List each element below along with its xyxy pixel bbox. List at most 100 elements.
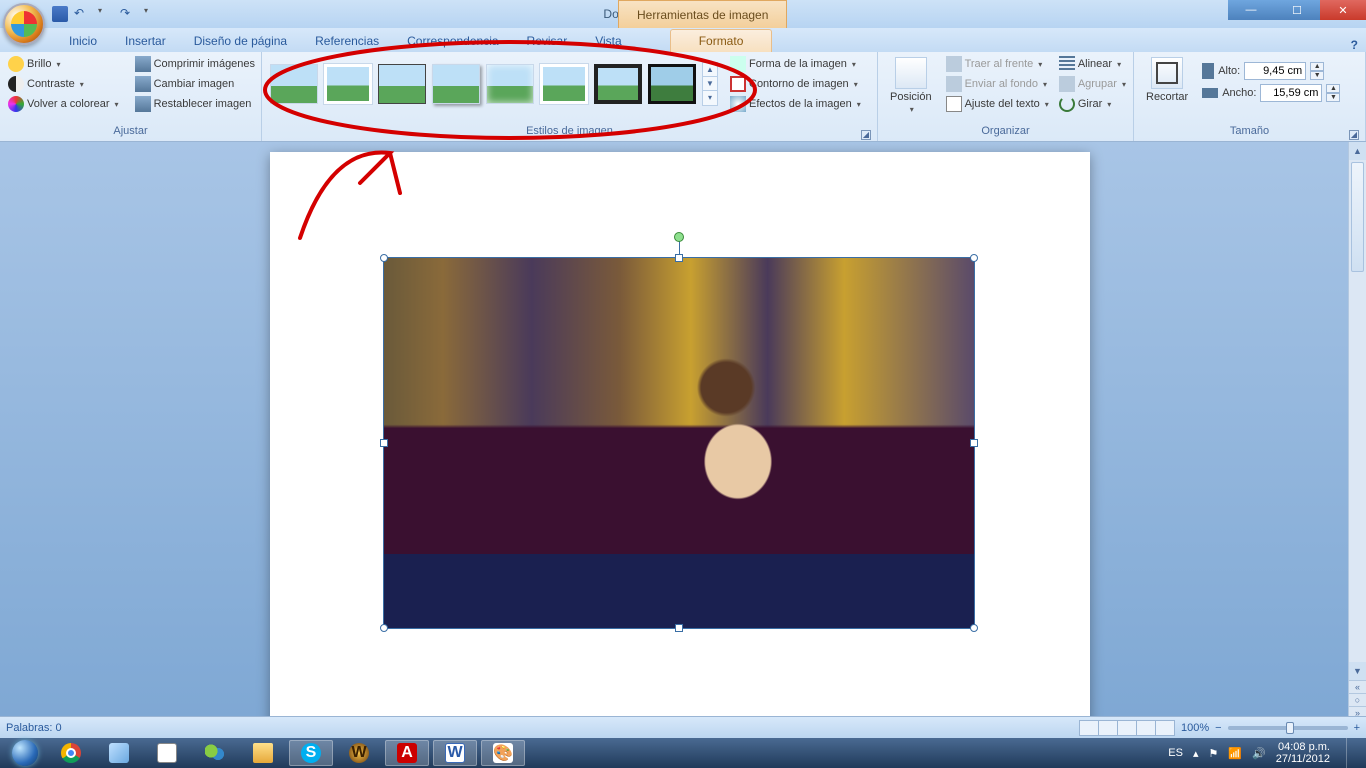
close-button[interactable]: ✕ xyxy=(1320,0,1366,20)
taskbar-app-cube[interactable] xyxy=(97,740,141,766)
draft-view-button[interactable] xyxy=(1155,720,1175,736)
tab-page-layout[interactable]: Diseño de página xyxy=(180,30,301,52)
zoom-level[interactable]: 100% xyxy=(1181,722,1209,734)
maximize-button[interactable]: ☐ xyxy=(1274,0,1320,20)
tab-insert[interactable]: Insertar xyxy=(111,30,180,52)
style-thumb-8[interactable] xyxy=(648,64,696,104)
tab-mailings[interactable]: Correspondencia xyxy=(393,30,512,52)
compress-pictures-button[interactable]: Comprimir imágenes xyxy=(133,55,257,73)
styles-dialog-launcher[interactable]: ◢ xyxy=(861,130,871,140)
bring-to-front-button[interactable]: Traer al frente▾ xyxy=(944,55,1051,73)
language-indicator[interactable]: ES xyxy=(1168,747,1183,759)
style-thumb-2[interactable] xyxy=(324,64,372,104)
width-input[interactable] xyxy=(1260,84,1322,102)
picture-shape-button[interactable]: Forma de la imagen▾ xyxy=(728,55,863,73)
taskbar-explorer[interactable] xyxy=(241,740,285,766)
next-page-button[interactable]: » xyxy=(1349,706,1366,716)
brightness-button[interactable]: Brillo▾ xyxy=(6,55,121,73)
word-count[interactable]: Palabras: 0 xyxy=(6,722,62,734)
volume-icon[interactable]: 🔊 xyxy=(1252,747,1266,760)
change-picture-button[interactable]: Cambiar imagen xyxy=(133,75,257,93)
web-layout-view-button[interactable] xyxy=(1117,720,1137,736)
picture-effects-button[interactable]: Efectos de la imagen▾ xyxy=(728,95,863,113)
spin-down-icon[interactable]: ▼ xyxy=(1326,93,1340,102)
outline-view-button[interactable] xyxy=(1136,720,1156,736)
style-thumb-7[interactable] xyxy=(594,64,642,104)
selected-image[interactable] xyxy=(384,258,974,628)
width-spinner[interactable]: ▲▼ xyxy=(1326,84,1340,102)
recolor-button[interactable]: Volver a colorear▾ xyxy=(6,95,121,113)
taskbar-word[interactable]: W xyxy=(433,740,477,766)
taskbar-skype[interactable]: S xyxy=(289,740,333,766)
spin-down-icon[interactable]: ▼ xyxy=(1310,71,1324,80)
style-thumb-5[interactable] xyxy=(486,64,534,104)
redo-icon[interactable]: ↷ xyxy=(120,6,136,22)
clock[interactable]: 04:08 p.m. 27/11/2012 xyxy=(1276,741,1330,765)
full-screen-view-button[interactable] xyxy=(1098,720,1118,736)
zoom-slider-thumb[interactable] xyxy=(1286,722,1294,734)
zoom-slider[interactable] xyxy=(1228,726,1348,730)
start-button[interactable] xyxy=(4,738,46,768)
office-button[interactable] xyxy=(3,3,45,45)
resize-handle-tr[interactable] xyxy=(970,254,978,262)
height-spinner[interactable]: ▲▼ xyxy=(1310,62,1324,80)
style-thumb-3[interactable] xyxy=(378,64,426,104)
text-wrapping-button[interactable]: Ajuste del texto▾ xyxy=(944,95,1051,113)
style-thumb-1[interactable] xyxy=(270,64,318,104)
position-button[interactable]: Posición ▾ xyxy=(884,55,938,116)
gallery-scroll-up[interactable]: ▲ xyxy=(703,63,717,77)
taskbar-app-notes[interactable] xyxy=(145,740,189,766)
undo-icon[interactable]: ↶ xyxy=(74,6,90,22)
rotation-handle[interactable] xyxy=(674,232,684,242)
document-area[interactable]: ▲ ▼ « ○ » xyxy=(0,142,1366,716)
prev-page-button[interactable]: « xyxy=(1349,680,1366,693)
help-button[interactable]: ? xyxy=(1351,38,1358,52)
select-browse-object-button[interactable]: ○ xyxy=(1349,693,1366,706)
spin-up-icon[interactable]: ▲ xyxy=(1326,84,1340,93)
height-input[interactable] xyxy=(1244,62,1306,80)
zoom-out-button[interactable]: − xyxy=(1215,722,1221,734)
style-thumb-4[interactable] xyxy=(432,64,480,104)
tray-overflow-icon[interactable]: ▴ xyxy=(1193,747,1199,760)
scroll-up-button[interactable]: ▲ xyxy=(1349,142,1366,160)
picture-styles-gallery[interactable]: ▲ ▼ ▾ xyxy=(268,58,720,110)
tab-home[interactable]: Inicio xyxy=(55,30,111,52)
resize-handle-tl[interactable] xyxy=(380,254,388,262)
resize-handle-l[interactable] xyxy=(380,439,388,447)
crop-button[interactable]: Recortar xyxy=(1140,55,1194,105)
minimize-button[interactable]: — xyxy=(1228,0,1274,20)
gallery-scroll-down[interactable]: ▼ xyxy=(703,77,717,91)
print-layout-view-button[interactable] xyxy=(1079,720,1099,736)
resize-handle-b[interactable] xyxy=(675,624,683,632)
taskbar-paint[interactable]: 🎨 xyxy=(481,740,525,766)
taskbar-messenger[interactable] xyxy=(193,740,237,766)
save-icon[interactable] xyxy=(52,6,68,22)
rotate-button[interactable]: Girar▾ xyxy=(1057,95,1128,113)
resize-handle-bl[interactable] xyxy=(380,624,388,632)
show-desktop-button[interactable] xyxy=(1346,738,1356,768)
send-to-back-button[interactable]: Enviar al fondo▾ xyxy=(944,75,1051,93)
resize-handle-r[interactable] xyxy=(970,439,978,447)
gallery-more-button[interactable]: ▾ xyxy=(703,91,717,105)
spin-up-icon[interactable]: ▲ xyxy=(1310,62,1324,71)
qat-customize-icon[interactable]: ▾ xyxy=(144,6,160,22)
scroll-down-button[interactable]: ▼ xyxy=(1349,662,1366,680)
taskbar-wow[interactable]: W xyxy=(337,740,381,766)
taskbar-chrome[interactable] xyxy=(49,740,93,766)
taskbar-adobe-reader[interactable]: A xyxy=(385,740,429,766)
contrast-button[interactable]: Contraste▾ xyxy=(6,75,121,93)
align-button[interactable]: Alinear▾ xyxy=(1057,55,1128,73)
tab-references[interactable]: Referencias xyxy=(301,30,393,52)
size-dialog-launcher[interactable]: ◢ xyxy=(1349,130,1359,140)
undo-dropdown-icon[interactable]: ▾ xyxy=(98,6,114,22)
scroll-thumb[interactable] xyxy=(1351,162,1364,272)
vertical-scrollbar[interactable]: ▲ ▼ « ○ » xyxy=(1348,142,1366,716)
action-center-icon[interactable]: ⚑ xyxy=(1208,747,1218,760)
tab-review[interactable]: Revisar xyxy=(513,30,582,52)
reset-picture-button[interactable]: Restablecer imagen xyxy=(133,95,257,113)
style-thumb-6[interactable] xyxy=(540,64,588,104)
tab-format[interactable]: Formato xyxy=(670,29,773,52)
network-icon[interactable]: 📶 xyxy=(1228,747,1242,760)
resize-handle-t[interactable] xyxy=(675,254,683,262)
group-button[interactable]: Agrupar▾ xyxy=(1057,75,1128,93)
